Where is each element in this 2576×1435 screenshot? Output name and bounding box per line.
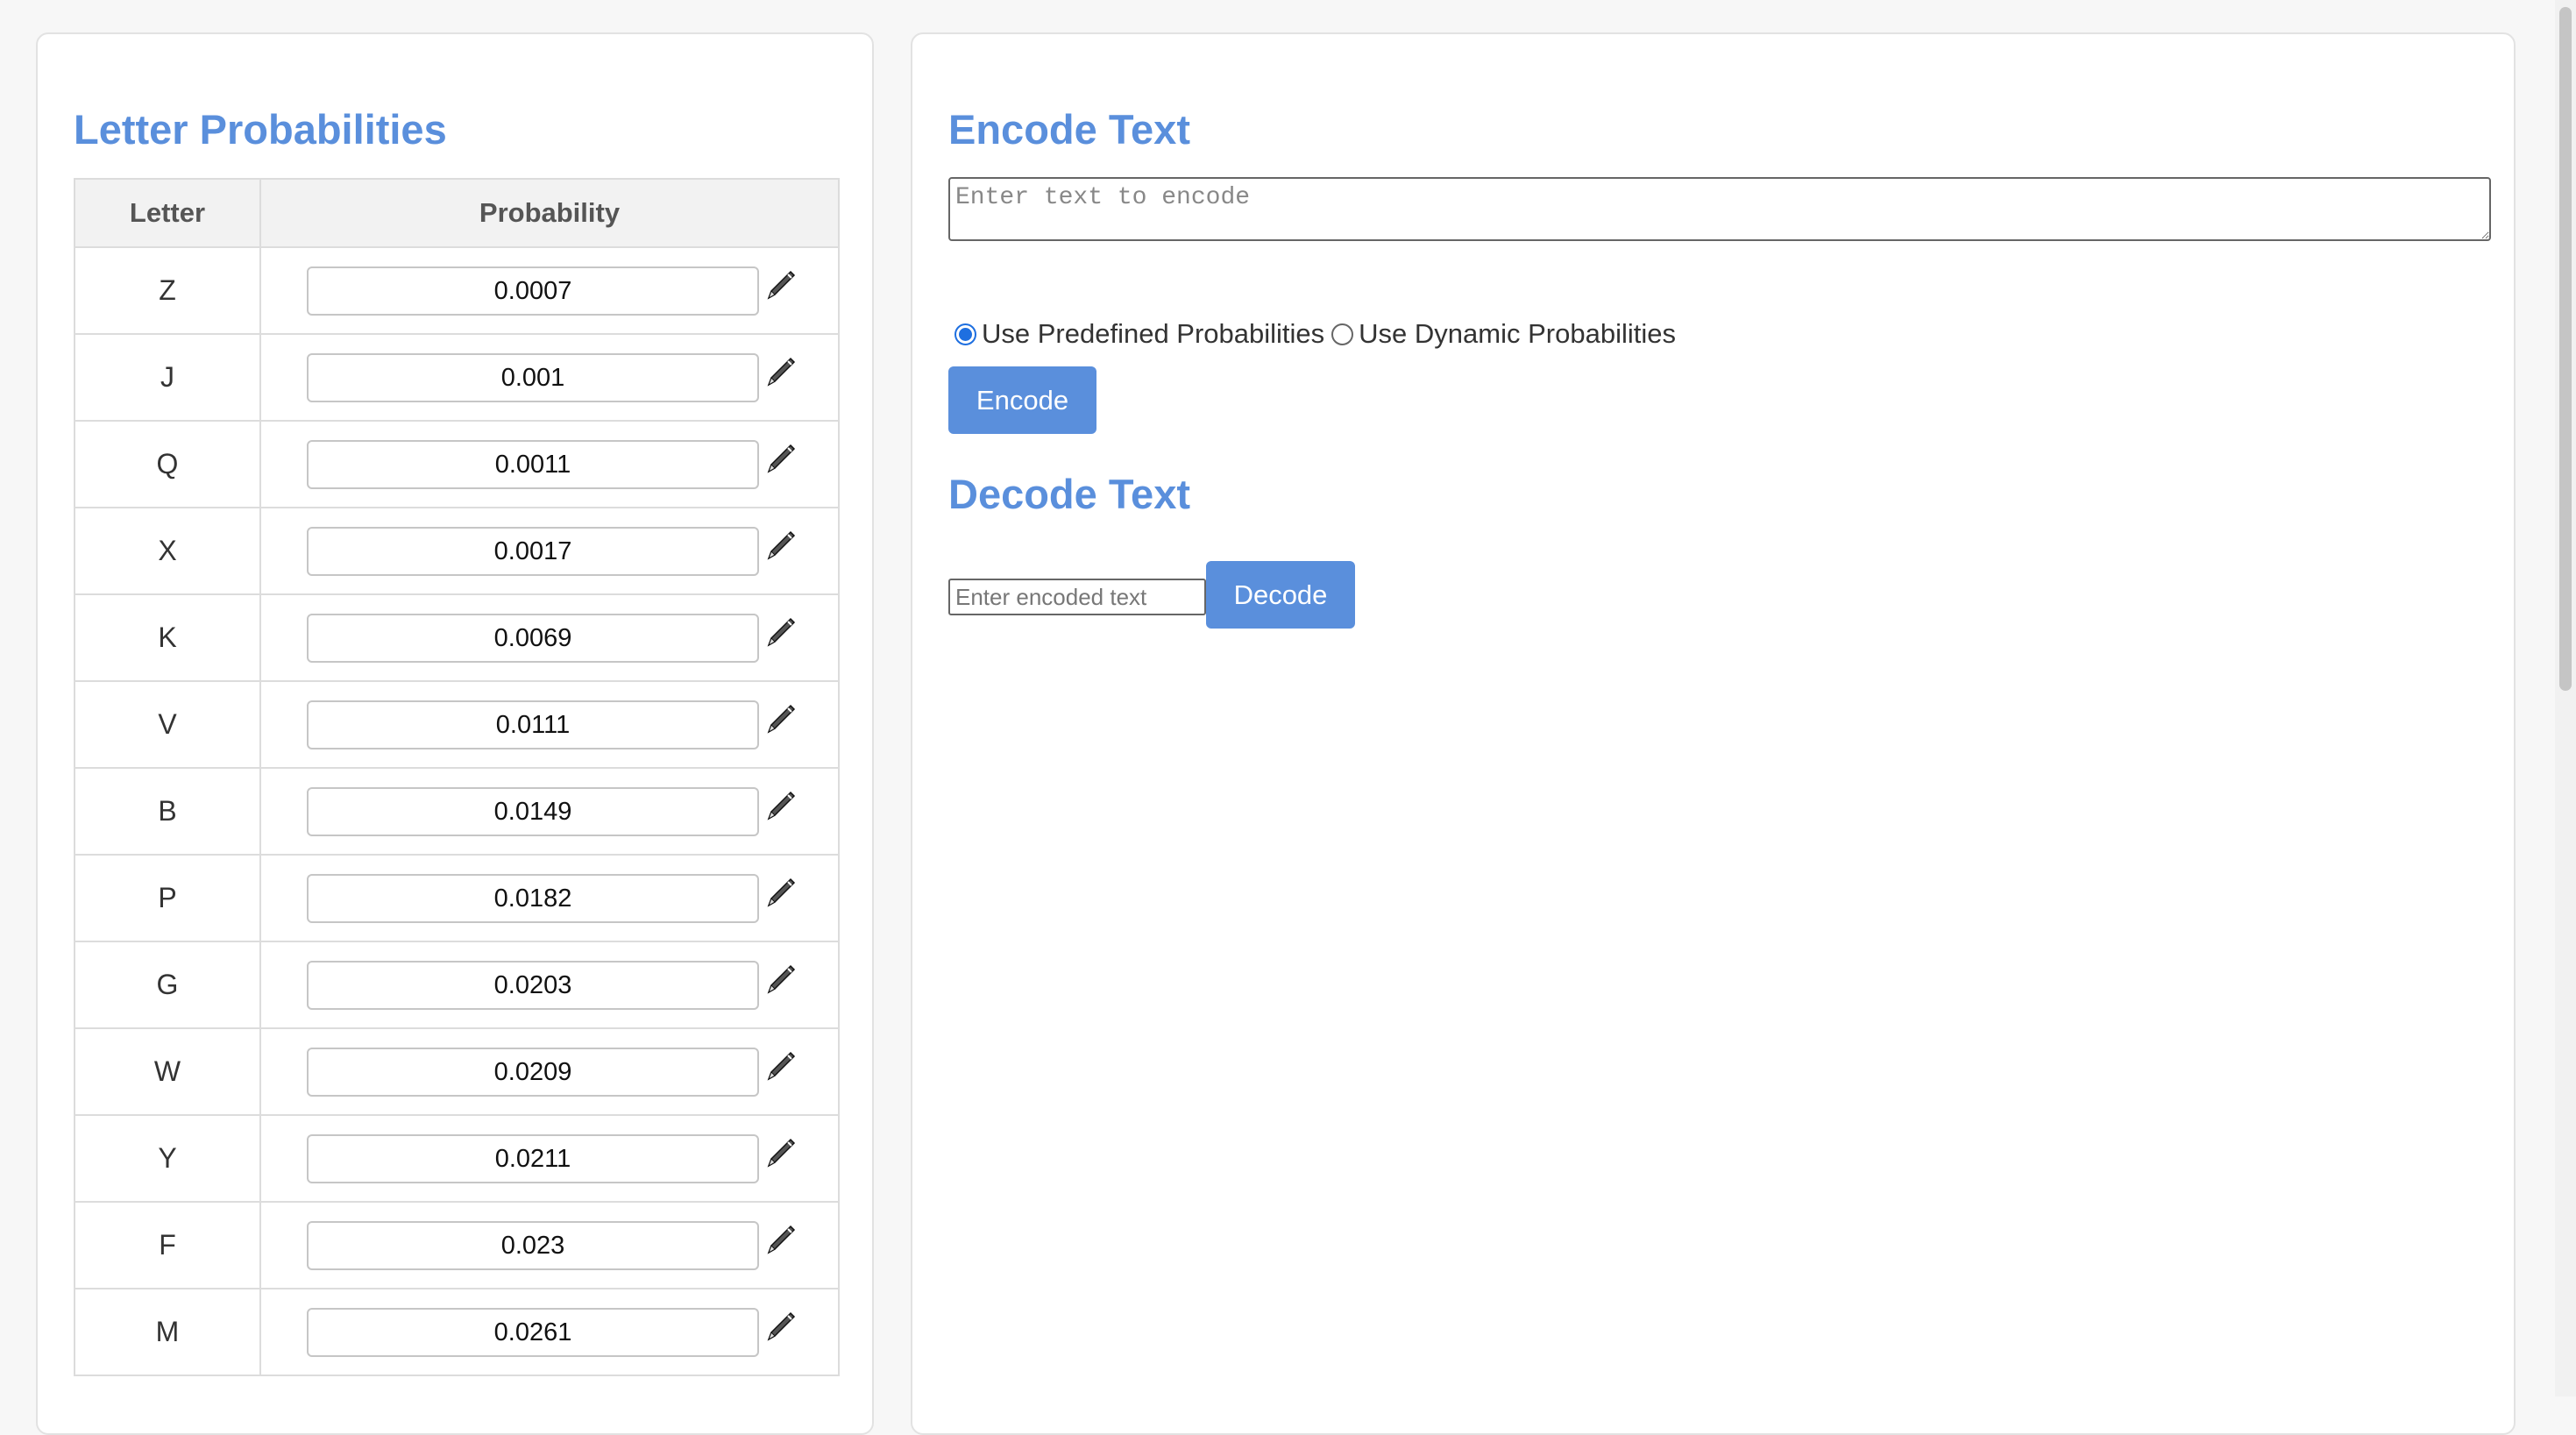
letter-cell: K xyxy=(74,593,261,682)
pencil-icon[interactable] xyxy=(761,352,799,391)
table-row: B xyxy=(74,767,840,856)
table-header-row: Letter Probability xyxy=(74,178,840,248)
letter-cell: Q xyxy=(74,420,261,508)
predefined-probabilities-radio[interactable] xyxy=(954,323,976,345)
table-row: P xyxy=(74,854,840,942)
probability-cell xyxy=(259,680,840,769)
probability-input[interactable] xyxy=(307,266,759,316)
probability-input[interactable] xyxy=(307,961,759,1010)
pencil-icon[interactable] xyxy=(761,1047,799,1085)
pencil-icon[interactable] xyxy=(761,1307,799,1346)
table-row: M xyxy=(74,1288,840,1376)
probability-cell xyxy=(259,767,840,856)
probability-mode-group: Use Predefined Probabilities Use Dynamic… xyxy=(954,318,1683,350)
probability-input[interactable] xyxy=(307,527,759,576)
decode-title: Decode Text xyxy=(948,471,1190,517)
table-row: Z xyxy=(74,246,840,335)
probability-input[interactable] xyxy=(307,614,759,663)
probability-input[interactable] xyxy=(307,874,759,923)
predefined-probabilities-label[interactable]: Use Predefined Probabilities xyxy=(982,318,1324,350)
letter-cell: G xyxy=(74,941,261,1029)
table-row: J xyxy=(74,333,840,422)
letter-cell: Z xyxy=(74,246,261,335)
table-row: G xyxy=(74,941,840,1029)
scrollbar-thumb[interactable] xyxy=(2559,7,2572,691)
probability-cell xyxy=(259,1114,840,1203)
probability-cell xyxy=(259,1288,840,1376)
probability-cell xyxy=(259,333,840,422)
pencil-icon[interactable] xyxy=(761,266,799,304)
letter-probabilities-title: Letter Probabilities xyxy=(74,106,447,153)
letter-cell: X xyxy=(74,507,261,595)
letter-cell: P xyxy=(74,854,261,942)
probability-cell xyxy=(259,507,840,595)
table-row: V xyxy=(74,680,840,769)
letter-cell: W xyxy=(74,1027,261,1116)
letter-cell: F xyxy=(74,1201,261,1289)
pencil-icon[interactable] xyxy=(761,700,799,738)
probability-input[interactable] xyxy=(307,1308,759,1357)
pencil-icon[interactable] xyxy=(761,873,799,912)
probability-input[interactable] xyxy=(307,1048,759,1097)
letter-cell: M xyxy=(74,1288,261,1376)
probability-cell xyxy=(259,420,840,508)
probability-input[interactable] xyxy=(307,700,759,749)
pencil-icon[interactable] xyxy=(761,439,799,478)
probability-table: Letter Probability ZJQXKVBPGWYFM xyxy=(74,178,840,1376)
pencil-icon[interactable] xyxy=(761,613,799,651)
dynamic-probabilities-label[interactable]: Use Dynamic Probabilities xyxy=(1359,318,1676,350)
column-header-probability: Probability xyxy=(259,178,840,248)
probability-cell xyxy=(259,1201,840,1289)
probability-input[interactable] xyxy=(307,787,759,836)
decode-button[interactable]: Decode xyxy=(1206,561,1355,629)
column-header-letter: Letter xyxy=(74,178,261,248)
page-scrollbar[interactable] xyxy=(2555,0,2576,1396)
letter-probabilities-panel: Letter Probabilities Letter Probability … xyxy=(36,32,874,1435)
letter-cell: Y xyxy=(74,1114,261,1203)
table-row: Q xyxy=(74,420,840,508)
probability-cell xyxy=(259,941,840,1029)
table-row: K xyxy=(74,593,840,682)
dynamic-probabilities-radio[interactable] xyxy=(1331,323,1354,345)
encode-decode-panel: Encode Text Use Predefined Probabilities… xyxy=(911,32,2516,1435)
probability-input[interactable] xyxy=(307,1221,759,1270)
letter-cell: B xyxy=(74,767,261,856)
pencil-icon[interactable] xyxy=(761,786,799,825)
probability-input[interactable] xyxy=(307,1134,759,1183)
probability-cell xyxy=(259,1027,840,1116)
encode-title: Encode Text xyxy=(948,106,1190,153)
probability-cell xyxy=(259,854,840,942)
probability-input[interactable] xyxy=(307,440,759,489)
probability-cell xyxy=(259,593,840,682)
decode-text-input[interactable] xyxy=(948,579,1206,615)
letter-cell: J xyxy=(74,333,261,422)
encode-button[interactable]: Encode xyxy=(948,366,1096,434)
encode-text-input[interactable] xyxy=(948,177,2491,241)
letter-cell: V xyxy=(74,680,261,769)
table-row: F xyxy=(74,1201,840,1289)
probability-cell xyxy=(259,246,840,335)
table-row: X xyxy=(74,507,840,595)
probability-input[interactable] xyxy=(307,353,759,402)
pencil-icon[interactable] xyxy=(761,960,799,998)
pencil-icon[interactable] xyxy=(761,1133,799,1172)
pencil-icon[interactable] xyxy=(761,1220,799,1259)
table-row: Y xyxy=(74,1114,840,1203)
pencil-icon[interactable] xyxy=(761,526,799,565)
table-row: W xyxy=(74,1027,840,1116)
